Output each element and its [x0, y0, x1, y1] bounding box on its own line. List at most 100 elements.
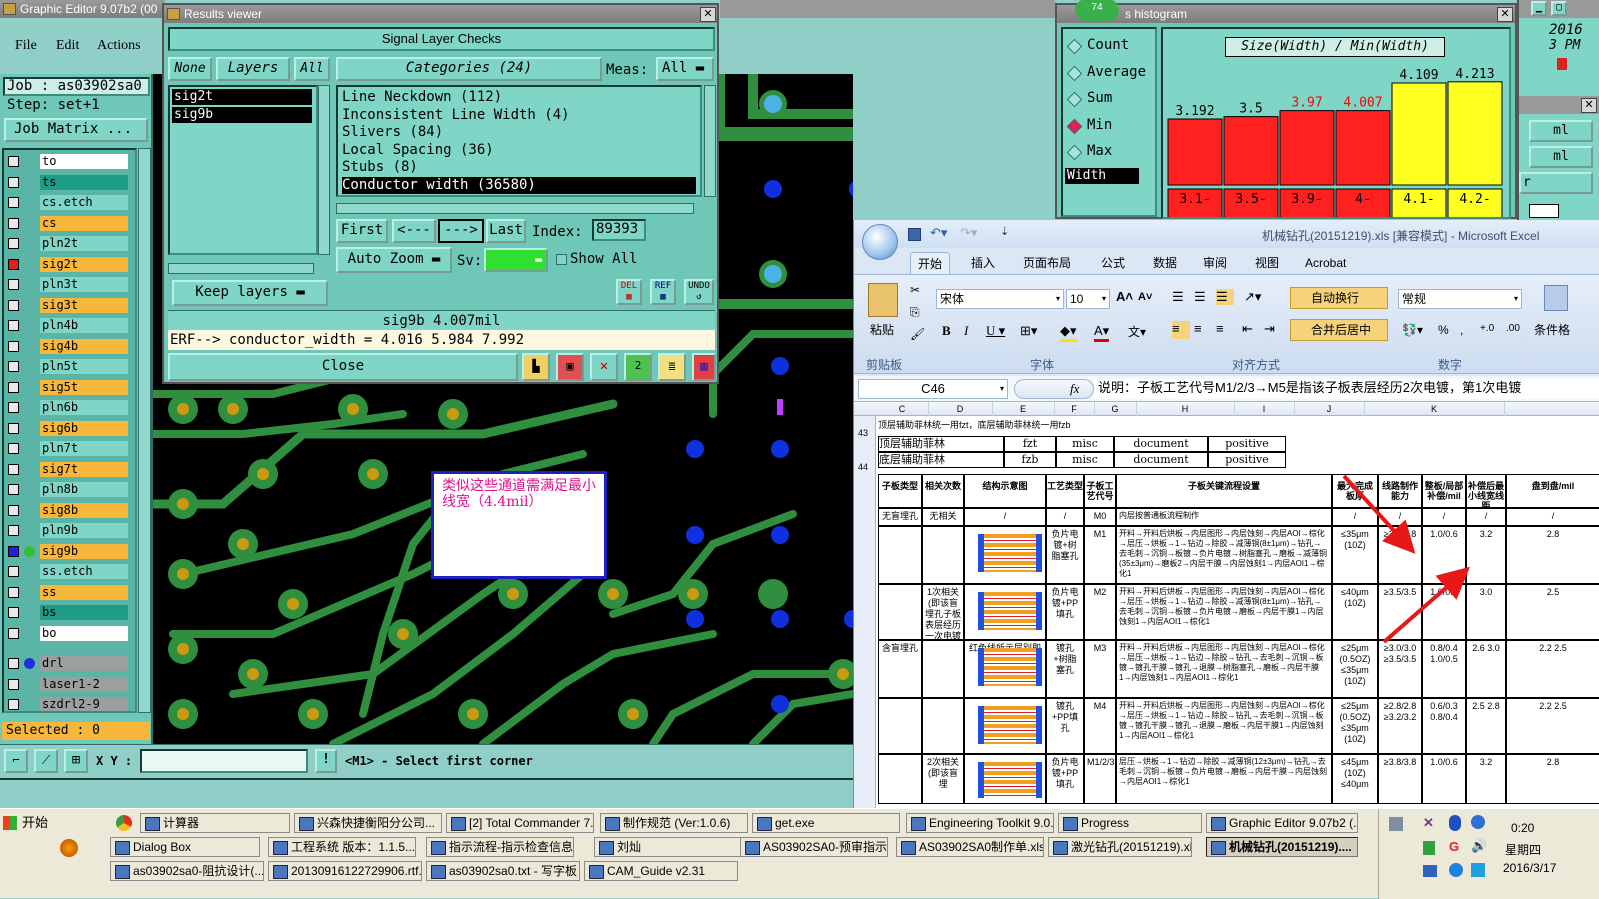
aux-cell[interactable]: 顶层辅助菲林: [878, 436, 1004, 452]
layer-row[interactable]: pln2t: [8, 236, 135, 252]
column-header[interactable]: I: [1234, 402, 1295, 416]
italic-icon[interactable]: I: [964, 323, 968, 339]
sliver-ml-1[interactable]: ml: [1529, 120, 1593, 142]
results-close-button[interactable]: Close: [168, 353, 518, 381]
paste-icon[interactable]: [868, 283, 898, 317]
layer-checkbox[interactable]: [8, 699, 19, 710]
meas-select[interactable]: All ▬: [656, 57, 714, 81]
table-cell[interactable]: 2.5 2.8: [1466, 698, 1506, 754]
show-all-checkbox[interactable]: [556, 254, 567, 265]
ribbon-tab[interactable]: Acrobat: [1298, 252, 1353, 274]
bluetooth-icon[interactable]: [1449, 815, 1461, 831]
table-cell[interactable]: /: [1378, 508, 1422, 526]
table-cell[interactable]: [922, 640, 964, 698]
layer-row[interactable]: szdrl2-9: [8, 697, 135, 711]
aux-cell[interactable]: document: [1114, 452, 1208, 468]
cut-icon[interactable]: ✂: [910, 283, 920, 297]
layer-checkbox[interactable]: [8, 340, 19, 352]
sliver-r[interactable]: r: [1519, 172, 1593, 194]
taskbar-item[interactable]: AS03902SA0-预审指示...: [740, 837, 888, 857]
table-header-cell[interactable]: 盘到盘/mil: [1506, 474, 1599, 508]
column-header[interactable]: D: [928, 402, 993, 416]
category-item[interactable]: Slivers (84): [342, 124, 700, 142]
tray-icon-4[interactable]: [1471, 815, 1485, 829]
categories-hscrollbar[interactable]: [336, 203, 694, 214]
taskbar-item[interactable]: Progress: [1058, 813, 1202, 833]
font-size-select[interactable]: 10 ▾: [1066, 289, 1110, 309]
category-item[interactable]: Line Neckdown (112): [342, 89, 700, 107]
layer-checkbox[interactable]: [8, 156, 19, 167]
layer-checkbox[interactable]: [8, 484, 19, 495]
ribbon-tab[interactable]: 公式: [1094, 252, 1132, 274]
sliver-close-icon[interactable]: ✕: [1581, 98, 1597, 113]
category-item[interactable]: Stubs (8): [342, 159, 700, 177]
fx-icon[interactable]: fx: [1070, 381, 1079, 397]
shrink-font-icon[interactable]: A˅: [1138, 291, 1152, 303]
aux-cell[interactable]: positive: [1208, 436, 1286, 452]
layer-checkbox[interactable]: [8, 443, 19, 454]
table-cell[interactable]: M1/2/3→M5: [1084, 754, 1116, 804]
taskbar-item[interactable]: 机械钻孔(20151219)....: [1206, 837, 1358, 857]
taskbar-item[interactable]: Engineering Toolkit 9.0...: [906, 813, 1054, 833]
layer-checkbox[interactable]: [8, 504, 19, 516]
layer-item[interactable]: sig9b: [172, 107, 312, 123]
table-cell[interactable]: 2.6 3.0: [1466, 640, 1506, 698]
layer-row[interactable]: sig8b: [8, 502, 135, 519]
sliver-button-1[interactable]: ▁: [1531, 1, 1547, 16]
align-middle-icon[interactable]: ☰: [1194, 289, 1206, 305]
layer-row[interactable]: drl: [8, 656, 135, 672]
table-cell[interactable]: ≤45μm (10Z) ≤40μm: [1332, 754, 1378, 804]
table-cell[interactable]: 层压→烘板→1→钻边→除胶→减薄铜(12±3μm)→钻孔→去毛刺→沉铜→板镀→负…: [1116, 754, 1332, 804]
underline-icon[interactable]: U ▾: [986, 323, 1005, 339]
taskbar-item[interactable]: as03902sa0.txt - 写字板: [426, 861, 580, 881]
table-cell[interactable]: ≤25μm (0.5OZ) ≤35μm (10Z): [1332, 640, 1378, 698]
column-header[interactable]: J: [1294, 402, 1365, 416]
taskbar-item[interactable]: [2] Total Commander 7....: [446, 813, 594, 833]
network-icon[interactable]: [1423, 865, 1437, 877]
taskbar-item[interactable]: as03902sa0-阻抗设计(...: [110, 861, 264, 881]
table-cell[interactable]: M4: [1084, 698, 1116, 754]
results-close-icon[interactable]: ✕: [700, 7, 716, 22]
taskbar-item[interactable]: Dialog Box: [110, 837, 260, 857]
table-cell[interactable]: 负片电镀+PP填孔: [1046, 754, 1084, 804]
layer-checkbox[interactable]: [8, 678, 19, 690]
table-header-cell[interactable]: 最大完成板厚: [1332, 474, 1378, 508]
taskbar-item[interactable]: 兴森快捷衡阳分公司...: [294, 813, 442, 833]
keep-layers-button[interactable]: Keep layers ▬: [172, 280, 328, 306]
taskbar-item[interactable]: 激光钻孔(20151219).xl...: [1048, 837, 1192, 857]
align-center-icon[interactable]: ≡: [1194, 321, 1202, 336]
volume-icon[interactable]: 🔊: [1471, 839, 1487, 854]
table-cell[interactable]: /: [1332, 508, 1378, 526]
histogram-option[interactable]: Min: [1066, 117, 1155, 135]
ribbon-tab[interactable]: 审阅: [1196, 252, 1234, 274]
histogram-option[interactable]: Sum: [1066, 90, 1155, 108]
table-cell[interactable]: /: [1466, 508, 1506, 526]
layer-checkbox[interactable]: [8, 566, 19, 577]
histogram-option[interactable]: Average: [1066, 64, 1155, 82]
tool-icon-2[interactable]: ⟋: [34, 749, 58, 773]
aux-cell[interactable]: misc: [1056, 452, 1114, 468]
layer-checkbox[interactable]: [8, 402, 19, 413]
taskbar-item[interactable]: 计算器: [140, 813, 290, 833]
formula-input[interactable]: 说明：子板工艺代号M1/2/3→M5是指该子板表层经历2次电镀，第1次电镀: [1094, 379, 1599, 399]
layer-list-scrollbar[interactable]: [138, 148, 151, 713]
layers-list-scrollbar[interactable]: [318, 85, 330, 255]
histogram-bar[interactable]: [1447, 81, 1503, 186]
grow-font-icon[interactable]: A˄: [1116, 289, 1133, 304]
table-cell[interactable]: 开料→开料后烘板→内层图形→内层蚀刻→内层AOI→棕化→层压→烘板→1→钻边→除…: [1116, 584, 1332, 640]
table-cell[interactable]: 1.0/0.6: [1422, 526, 1466, 584]
column-header[interactable]: H: [1136, 402, 1235, 416]
index-input[interactable]: 89393: [592, 219, 646, 241]
column-header[interactable]: K: [1364, 402, 1505, 416]
column-header[interactable]: G: [1094, 402, 1137, 416]
redo-icon[interactable]: ↷▾: [960, 225, 977, 241]
quicklaunch-icon[interactable]: [60, 839, 78, 857]
taskbar-item[interactable]: 刘灿: [594, 837, 742, 857]
tray-icon-1[interactable]: [1389, 817, 1403, 831]
tray-x-icon[interactable]: ✕: [1423, 815, 1434, 831]
table-cell[interactable]: ≤40μm (10Z): [1332, 584, 1378, 640]
table-header-cell[interactable]: 子板类型: [878, 474, 922, 508]
table-cell[interactable]: ≥3.8/3.8: [1378, 526, 1422, 584]
tray-g-icon[interactable]: G: [1449, 839, 1459, 854]
layer-checkbox[interactable]: [8, 320, 19, 331]
